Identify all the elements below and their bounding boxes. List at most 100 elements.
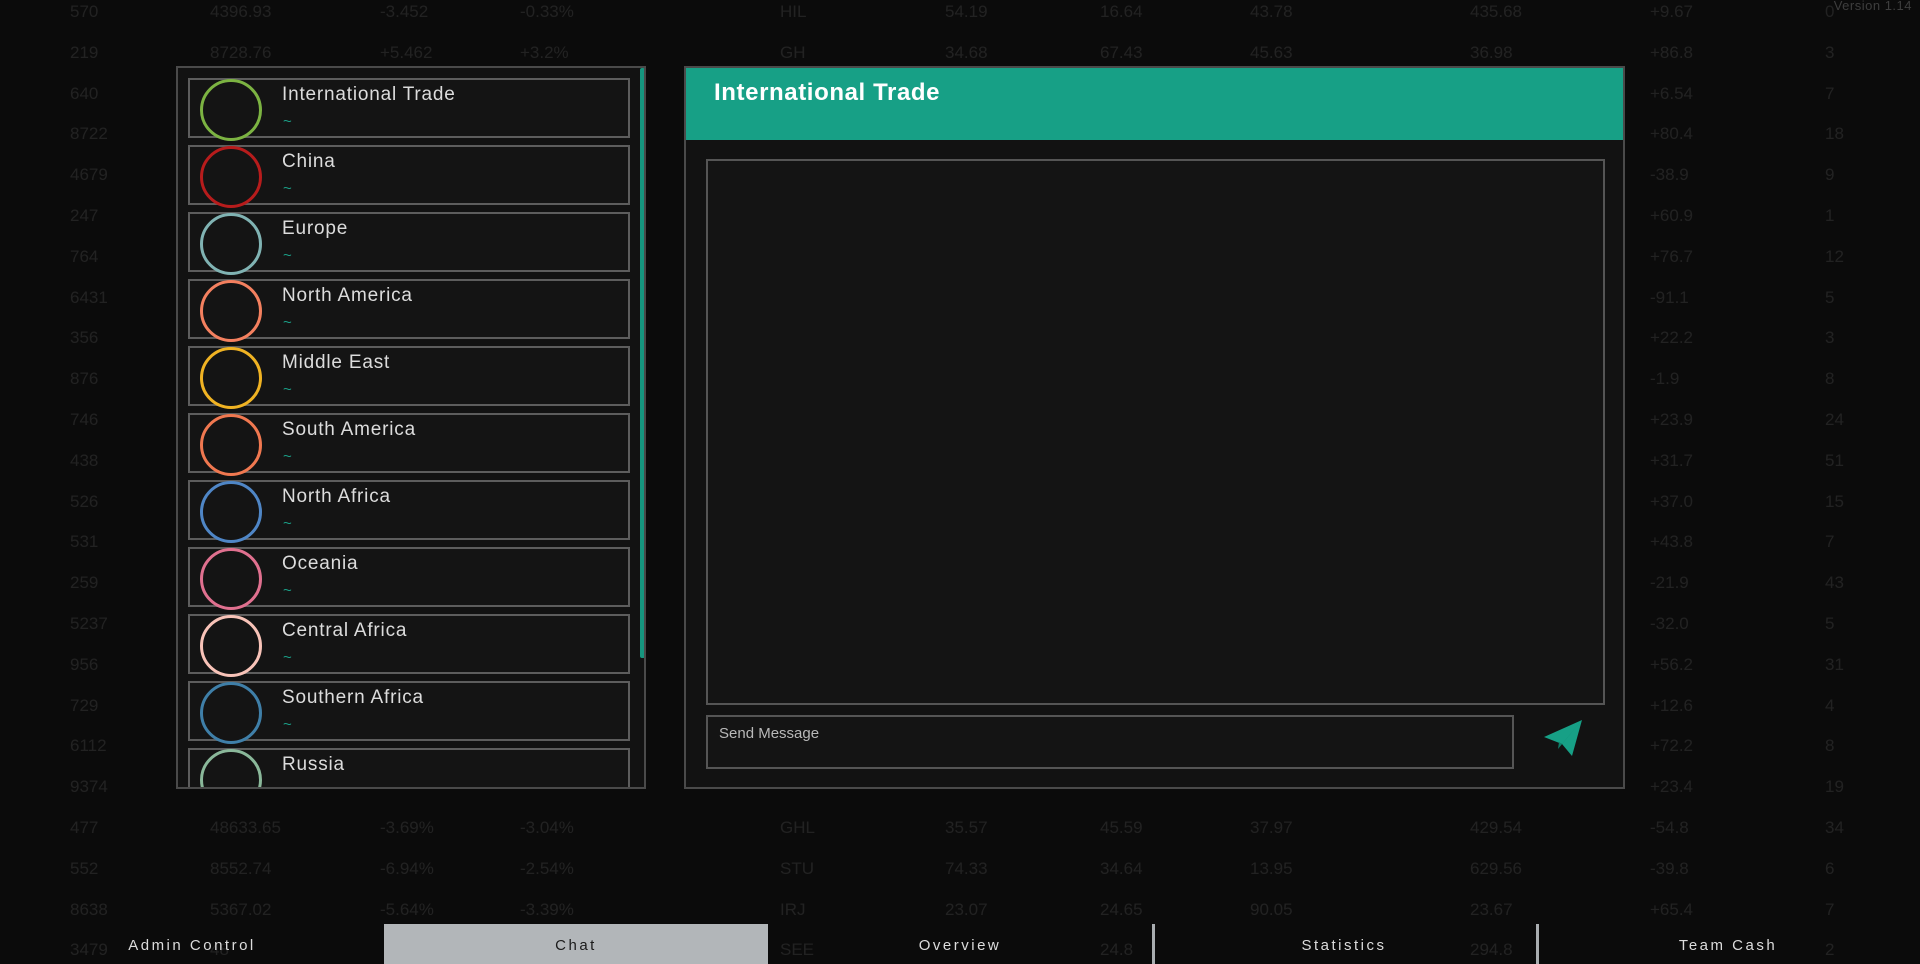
ticker-cell: 19 [1825, 777, 1844, 797]
conversation-last-message: ~ [283, 448, 292, 465]
ticker-cell: -2.54% [520, 858, 574, 878]
conversation-last-message: ~ [283, 381, 292, 398]
ticker-cell: 435.68 [1470, 2, 1522, 21]
conversation-item[interactable]: South America ~ [188, 413, 630, 476]
ticker-cell: +60.9 [1650, 206, 1694, 225]
ticker-cell: 18 [1825, 124, 1844, 144]
ticker-cell: 477 [70, 818, 99, 837]
chat-panel: International Trade [684, 66, 1625, 789]
conversation-item[interactable]: North Africa ~ [188, 480, 630, 543]
ticker-cell: 956 [70, 654, 99, 674]
conversation-item[interactable]: International Trade ~ [188, 78, 630, 141]
conversation-item[interactable]: Russia ~ [188, 748, 630, 787]
conversation-list: International Trade ~ China ~ Europe ~ North A… [188, 78, 630, 787]
ticker-cell: 34.68 [945, 42, 988, 62]
chat-title: International Trade [714, 79, 941, 106]
ticker-row: 552 8552.74 -6.94% -2.54% STU 74.33 34.64 13.95… [0, 859, 1920, 900]
ticker-cell: +9.67 [1650, 2, 1694, 21]
conversation-avatar [200, 682, 262, 744]
conversation-avatar [200, 548, 262, 610]
conversation-item[interactable]: China ~ [188, 145, 630, 208]
send-button[interactable] [1540, 716, 1586, 762]
ticker-cell: -32.0 [1650, 614, 1689, 633]
conversation-item[interactable]: Middle East ~ [188, 346, 630, 409]
conversation-avatar [200, 414, 262, 476]
chat-header: International Trade [686, 68, 1623, 140]
ticker-cell: 764 [70, 246, 99, 266]
ticker-cell: 24 [1825, 410, 1844, 429]
nav-tab-overview[interactable]: Overview [768, 924, 1152, 964]
ticker-cell: 45.59 [1100, 818, 1143, 837]
ticker-cell: +65.4 [1650, 899, 1694, 919]
ticker-cell: +80.4 [1650, 124, 1694, 144]
ticker-cell: -91.1 [1650, 287, 1689, 307]
ticker-cell: 37.97 [1250, 818, 1293, 837]
conversation-name: Russia [282, 754, 345, 775]
ticker-cell: -5.64% [380, 899, 434, 919]
conversation-item[interactable]: Europe ~ [188, 212, 630, 275]
ticker-cell: +86.8 [1650, 42, 1694, 62]
ticker-cell: 12 [1825, 246, 1844, 266]
conversation-last-message: ~ [283, 649, 292, 666]
conversation-last-message: ~ [283, 314, 292, 331]
conversation-last-message: ~ [283, 582, 292, 599]
conversation-item[interactable]: Oceania ~ [188, 547, 630, 610]
ticker-cell: 36.98 [1470, 42, 1513, 62]
conversation-item[interactable]: Central Africa ~ [188, 614, 630, 677]
ticker-cell: 6 [1825, 858, 1835, 878]
ticker-cell: 8728.76 [210, 42, 272, 62]
ticker-cell: 5367.02 [210, 899, 272, 919]
conversation-name: China [282, 151, 336, 172]
conversation-avatar [200, 213, 262, 275]
message-input[interactable] [706, 715, 1514, 769]
ticker-cell: 45.63 [1250, 42, 1293, 62]
chat-messages-area[interactable] [706, 159, 1605, 705]
ticker-cell: +43.8 [1650, 532, 1694, 552]
ticker-cell: 640 [70, 83, 99, 103]
ticker-cell: 526 [70, 491, 99, 511]
conversation-name: Oceania [282, 553, 359, 574]
ticker-cell: -39.8 [1650, 858, 1689, 878]
ticker-cell: HIL [780, 2, 807, 21]
ticker-cell: 219 [70, 42, 99, 62]
ticker-cell: 8 [1825, 736, 1835, 756]
ticker-cell: 4679 [70, 165, 108, 185]
conversation-last-message: ~ [283, 716, 292, 733]
ticker-cell: 34.64 [1100, 858, 1143, 878]
ticker-cell: 6112 [70, 736, 107, 756]
ticker-cell: -3.69% [380, 818, 434, 837]
ticker-cell: +23.9 [1650, 410, 1694, 429]
ticker-cell: 552 [70, 858, 99, 878]
ticker-cell: -3.39% [520, 899, 574, 919]
conversation-name: South America [282, 419, 416, 440]
conversation-list-scrollbar[interactable] [640, 68, 644, 658]
ticker-cell: 51 [1825, 450, 1844, 470]
ticker-cell: +56.2 [1650, 654, 1694, 674]
ticker-cell: 356 [70, 328, 99, 348]
ticker-cell: +5.462 [380, 42, 433, 62]
ticker-cell: -0.33% [520, 2, 574, 21]
conversation-list-panel: International Trade ~ China ~ Europe ~ North A… [176, 66, 646, 789]
ticker-cell: 531 [70, 532, 99, 552]
ticker-cell: 48633.65 [210, 818, 281, 837]
ticker-cell: 54.19 [945, 2, 988, 21]
ticker-cell: 24.65 [1100, 899, 1143, 919]
ticker-cell: 13.95 [1250, 858, 1293, 878]
nav-tab-admin-control[interactable]: Admin Control [0, 924, 384, 964]
ticker-cell: +72.2 [1650, 736, 1694, 756]
conversation-last-message: ~ [283, 783, 292, 787]
ticker-cell: 35.57 [945, 818, 988, 837]
conversation-item[interactable]: Southern Africa ~ [188, 681, 630, 744]
ticker-cell: +12.6 [1650, 695, 1694, 715]
nav-tab-chat[interactable]: Chat [384, 924, 768, 964]
nav-divider [1536, 924, 1539, 964]
ticker-cell: 16.64 [1100, 2, 1143, 21]
ticker-cell: STU [780, 858, 814, 878]
nav-tab-team-cash[interactable]: Team Cash [1536, 924, 1920, 964]
conversation-item[interactable]: North America ~ [188, 279, 630, 342]
send-paper-plane-icon [1544, 720, 1582, 756]
ticker-cell: GH [780, 42, 806, 62]
ticker-cell: 34 [1825, 818, 1844, 837]
ticker-cell: 23.67 [1470, 899, 1513, 919]
nav-tab-statistics[interactable]: Statistics [1152, 924, 1536, 964]
